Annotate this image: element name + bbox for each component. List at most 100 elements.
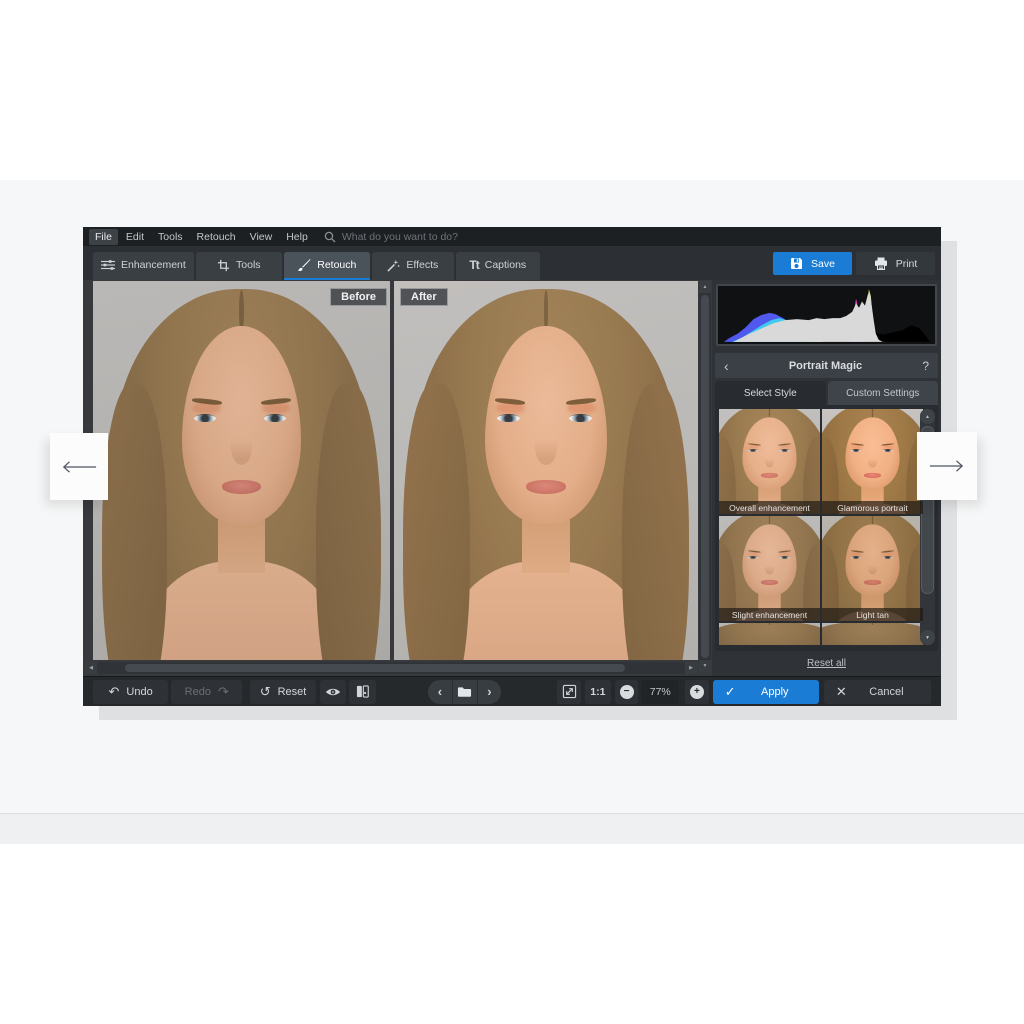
after-label: After xyxy=(400,288,448,306)
scroll-up-icon[interactable]: ▲ xyxy=(699,281,711,293)
reset-icon: ↺ xyxy=(259,684,271,699)
before-after-view-button[interactable] xyxy=(349,679,377,704)
tab-custom-settings[interactable]: Custom Settings xyxy=(827,381,938,405)
canvas-vertical-scrollbar[interactable]: ▲ ▼ xyxy=(699,281,711,672)
magic-wand-icon xyxy=(387,259,400,272)
tab-tools[interactable]: Tools xyxy=(195,252,282,280)
scroll-left-icon[interactable]: ◀ xyxy=(85,662,97,674)
menu-item-tools[interactable]: Tools xyxy=(152,229,189,245)
tab-effects[interactable]: Effects xyxy=(371,252,454,280)
tab-label: Retouch xyxy=(317,259,357,271)
save-button[interactable]: Save xyxy=(773,252,852,275)
print-label: Print xyxy=(895,257,918,270)
style-thumbnail-overall-enhancement[interactable]: Overall enhancement xyxy=(719,409,820,514)
tab-label: Captions xyxy=(484,259,527,271)
zoom-out-button[interactable]: − xyxy=(614,679,639,704)
apply-label: Apply xyxy=(761,685,789,698)
style-preview xyxy=(719,623,820,645)
before-image: Before xyxy=(93,281,390,660)
undo-label: Undo xyxy=(126,685,153,698)
horizontal-scroll-thumb[interactable] xyxy=(125,664,625,672)
zoom-actual-size-button[interactable]: 1:1 xyxy=(585,679,611,704)
style-preview xyxy=(822,409,923,514)
menu-item-view[interactable]: View xyxy=(244,229,279,245)
cancel-button[interactable]: ✕ Cancel xyxy=(823,679,931,704)
scroll-right-icon[interactable]: ▶ xyxy=(685,662,697,674)
fit-to-screen-button[interactable] xyxy=(557,679,582,704)
canvas-horizontal-scrollbar[interactable]: ◀ ▶ xyxy=(85,662,697,674)
sliders-icon xyxy=(101,259,115,271)
zoom-level-value: 77% xyxy=(641,679,680,704)
zoom-in-button[interactable]: + xyxy=(685,679,709,704)
tab-label: Enhancement xyxy=(121,259,186,271)
menu-item-help[interactable]: Help xyxy=(280,229,314,245)
fit-screen-icon xyxy=(562,684,577,699)
print-button[interactable]: Print xyxy=(856,252,935,275)
undo-button[interactable]: ↶ Undo xyxy=(93,679,169,704)
style-list: Overall enhancement Glamorous portrait S… xyxy=(715,405,938,651)
style-thumbnail-partial[interactable] xyxy=(822,623,923,645)
style-label: Glamorous portrait xyxy=(822,501,923,514)
cancel-label: Cancel xyxy=(869,685,904,698)
style-thumbnail-glamorous-portrait[interactable]: Glamorous portrait xyxy=(822,409,923,514)
panel-title: Portrait Magic xyxy=(788,359,863,372)
redo-button[interactable]: Redo ↷ xyxy=(171,679,243,704)
reset-button[interactable]: ↺ Reset xyxy=(250,679,316,704)
arrow-right-icon xyxy=(928,459,966,473)
before-label: Before xyxy=(330,288,387,306)
brush-icon xyxy=(297,258,311,272)
redo-label: Redo xyxy=(184,685,211,698)
tab-select-style[interactable]: Select Style xyxy=(715,381,826,405)
menu-item-retouch[interactable]: Retouch xyxy=(191,229,242,245)
carousel-next-button[interactable] xyxy=(917,432,977,500)
style-preview xyxy=(822,623,923,645)
reset-all-link[interactable]: Reset all xyxy=(715,658,938,669)
save-label: Save xyxy=(811,257,835,270)
scroll-down-icon[interactable]: ▼ xyxy=(920,630,935,645)
previous-photo-button[interactable]: ‹ xyxy=(428,679,453,704)
scroll-down-icon[interactable]: ▼ xyxy=(699,660,711,672)
style-preview xyxy=(719,409,820,514)
tab-label: Effects xyxy=(406,259,439,271)
printer-icon xyxy=(874,257,888,270)
captions-icon: Tt xyxy=(469,258,479,272)
panel-tabs: Select Style Custom Settings xyxy=(715,381,938,405)
search-input[interactable] xyxy=(341,230,662,243)
style-thumbnail-slight-enhancement[interactable]: Slight enhancement xyxy=(719,516,820,621)
tab-enhancement[interactable]: Enhancement xyxy=(93,252,194,280)
redo-icon: ↷ xyxy=(217,684,229,699)
main-toolbar: Enhancement Tools Retouch Effects Tt Cap… xyxy=(83,246,941,280)
preview-original-button[interactable] xyxy=(319,679,347,704)
scroll-up-icon[interactable]: ▲ xyxy=(920,409,935,424)
page-footer-strip xyxy=(0,813,1024,844)
style-thumbnail-partial[interactable] xyxy=(719,623,820,645)
minus-icon: − xyxy=(619,684,634,699)
menu-item-edit[interactable]: Edit xyxy=(120,229,150,245)
portrait-photo-after xyxy=(394,281,698,660)
style-thumbnail-light-tan[interactable]: Light tan xyxy=(822,516,923,621)
style-label: Slight enhancement xyxy=(719,608,820,621)
histogram xyxy=(716,284,937,346)
floppy-disk-icon xyxy=(790,257,803,270)
reset-label: Reset xyxy=(277,685,307,698)
style-label: Overall enhancement xyxy=(719,501,820,514)
style-preview xyxy=(822,516,923,621)
open-folder-button[interactable] xyxy=(453,679,478,704)
close-icon: ✕ xyxy=(835,684,847,699)
bottom-toolbar: ↶ Undo Redo ↷ ↺ Reset ‹ › 1:1 − 77% + ✓ … xyxy=(83,676,941,706)
image-canvas: Before After ▲ ▼ ◀ ▶ xyxy=(83,280,712,676)
right-panel: ‹ Portrait Magic ? Select Style Custom S… xyxy=(712,280,941,676)
menu-bar: File Edit Tools Retouch View Help xyxy=(83,227,941,246)
tab-retouch[interactable]: Retouch xyxy=(283,252,370,280)
tab-label: Tools xyxy=(236,259,261,271)
tab-captions[interactable]: Tt Captions xyxy=(455,252,540,280)
menu-item-file[interactable]: File xyxy=(89,228,118,245)
help-icon[interactable]: ? xyxy=(922,359,929,373)
vertical-scroll-thumb[interactable] xyxy=(701,295,709,658)
apply-button[interactable]: ✓ Apply xyxy=(712,679,819,704)
eye-icon xyxy=(325,687,341,697)
photo-editor-window: File Edit Tools Retouch View Help Enhanc… xyxy=(83,227,941,706)
carousel-previous-button[interactable] xyxy=(50,433,108,500)
style-label: Light tan xyxy=(822,608,923,621)
next-photo-button[interactable]: › xyxy=(478,680,502,704)
